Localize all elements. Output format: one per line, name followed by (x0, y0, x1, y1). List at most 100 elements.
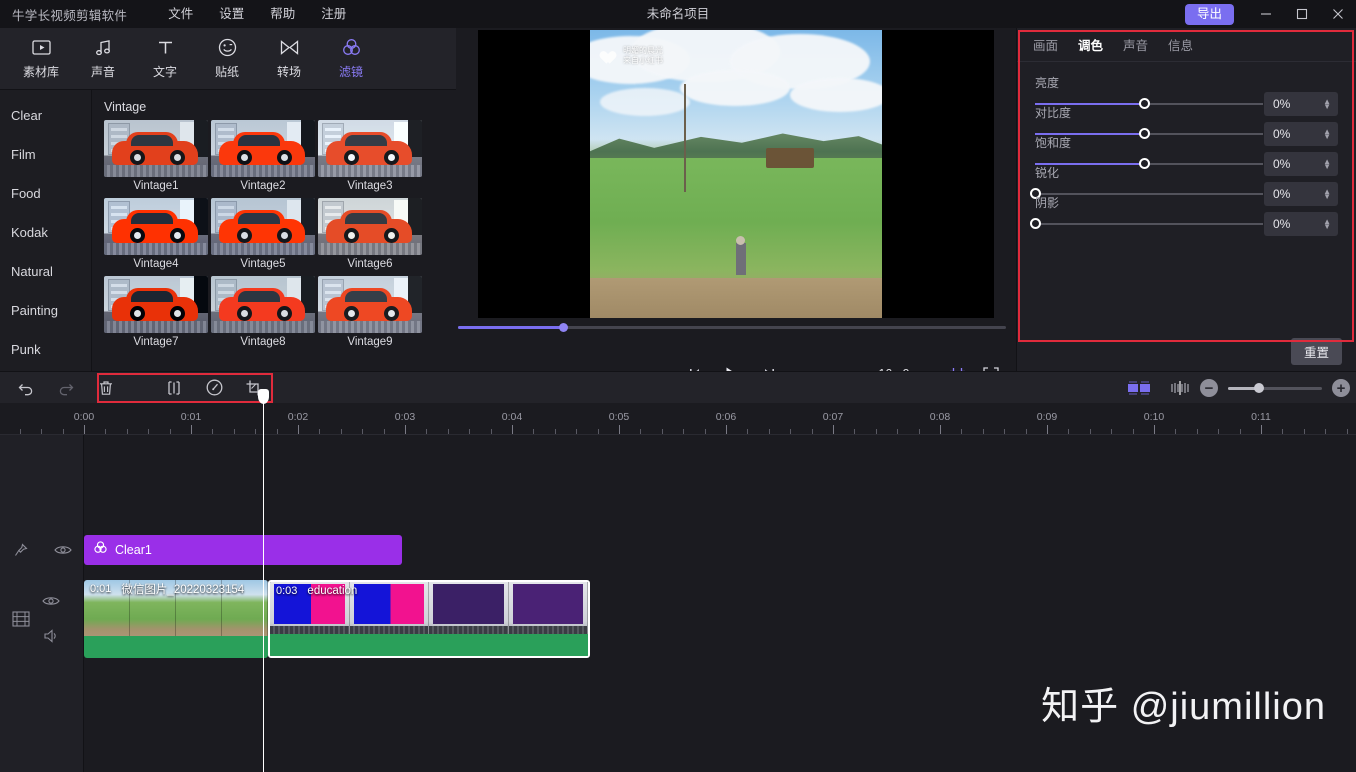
color-slider-row: 饱和度0%▲▼ (1035, 134, 1338, 151)
track-header-effect (0, 535, 84, 565)
tab-audio[interactable]: 声音 (1123, 35, 1148, 54)
ruler-tick-minor (533, 429, 534, 434)
reset-button[interactable]: 重置 (1291, 338, 1342, 365)
tab-picture[interactable]: 画面 (1033, 35, 1058, 54)
color-slider-row: 对比度0%▲▼ (1035, 104, 1338, 121)
filter-thumbnail[interactable] (318, 120, 422, 177)
category-item-film[interactable]: Film (0, 135, 91, 174)
category-item-painting[interactable]: Painting (0, 291, 91, 330)
preview-video: 明媚的晨光 来自小红书 (590, 30, 882, 318)
filter-thumbnail[interactable] (211, 198, 315, 255)
filter-thumbnail[interactable] (211, 120, 315, 177)
video-clip-1[interactable]: 0:01 微信图片_20220323154 (84, 580, 268, 658)
mix-track-icon[interactable] (1120, 372, 1160, 404)
filter-thumbnail[interactable] (211, 276, 315, 333)
playhead[interactable] (263, 403, 264, 772)
filter-item[interactable]: Vintage8 (211, 276, 315, 348)
speed-gauge-icon[interactable] (194, 372, 234, 404)
filter-rings-icon (93, 540, 108, 560)
category-item-clear[interactable]: Clear (0, 96, 91, 135)
zoom-slider[interactable] (1228, 387, 1322, 390)
pin-icon[interactable] (0, 542, 42, 558)
category-item-natural[interactable]: Natural (0, 252, 91, 291)
tool-tab-transition[interactable]: 转场 (258, 37, 320, 80)
maximize-icon[interactable] (1284, 0, 1320, 28)
filter-item[interactable]: Vintage9 (318, 276, 422, 348)
ruler-label: 0:10 (1144, 411, 1164, 423)
filter-item[interactable]: Vintage3 (318, 120, 422, 192)
align-clips-icon[interactable] (1160, 372, 1200, 404)
filter-name: Vintage5 (211, 258, 315, 270)
playhead-handle[interactable] (258, 389, 269, 404)
progress-knob[interactable] (559, 323, 568, 332)
filter-thumbnail[interactable] (104, 198, 208, 255)
color-slider-row: 锐化0%▲▼ (1035, 164, 1338, 181)
volume-icon[interactable] (42, 628, 60, 644)
ruler-tick-minor (1347, 429, 1348, 434)
slider-knob[interactable] (1030, 218, 1041, 229)
minimize-icon[interactable] (1248, 0, 1284, 28)
split-icon[interactable] (154, 372, 194, 404)
timeline-ruler[interactable]: 0:000:010:020:030:040:050:060:070:080:09… (0, 403, 1356, 435)
menu-item-settings[interactable]: 设置 (206, 0, 257, 28)
tool-tab-label: 声音 (91, 63, 115, 80)
filter-item[interactable]: Vintage4 (104, 198, 208, 270)
trash-icon[interactable] (86, 372, 126, 404)
ruler-tick-minor (255, 429, 256, 434)
zoom-slider-knob[interactable] (1254, 383, 1264, 393)
eye-icon[interactable] (42, 594, 60, 608)
timeline-zoom-controls: − + (1120, 372, 1350, 404)
ruler-tick-major (191, 425, 192, 434)
filter-item[interactable]: Vintage5 (211, 198, 315, 270)
close-icon[interactable] (1320, 0, 1356, 28)
ruler-tick-minor (341, 429, 342, 434)
ruler-tick-major (619, 425, 620, 434)
category-item-food[interactable]: Food (0, 174, 91, 213)
filter-name: Vintage3 (318, 180, 422, 192)
color-sliders: 亮度0%▲▼对比度0%▲▼饱和度0%▲▼锐化0%▲▼阴影0%▲▼ (1017, 62, 1356, 211)
filter-thumbnail[interactable] (104, 120, 208, 177)
progress-track[interactable] (458, 326, 1006, 329)
tool-tab-label: 文字 (153, 63, 177, 80)
filter-thumbnail[interactable] (104, 276, 208, 333)
zoom-in-icon[interactable]: + (1332, 379, 1350, 397)
ruler-tick-minor (1090, 429, 1091, 434)
tab-info[interactable]: 信息 (1168, 35, 1193, 54)
video-clip-2[interactable]: 0:03 education (268, 580, 590, 658)
ruler-tick-minor (127, 429, 128, 434)
menu-item-file[interactable]: 文件 (155, 0, 206, 28)
slider-value-box[interactable]: 0%▲▼ (1264, 212, 1338, 236)
zoom-out-icon[interactable]: − (1200, 379, 1218, 397)
stepper-icon[interactable]: ▲▼ (1323, 219, 1331, 229)
export-button[interactable]: 导出 (1185, 4, 1234, 25)
filter-thumbnail[interactable] (318, 198, 422, 255)
filter-item[interactable]: Vintage6 (318, 198, 422, 270)
ruler-tick-minor (897, 429, 898, 434)
timeline-tracks[interactable]: Clear1 0:01 微信图片_20220323154 (84, 435, 1356, 772)
filter-item[interactable]: Vintage2 (211, 120, 315, 192)
filter-item[interactable]: Vintage7 (104, 276, 208, 348)
tab-color[interactable]: 调色 (1078, 35, 1103, 54)
undo-icon[interactable] (6, 372, 46, 404)
filter-thumbnail[interactable] (318, 276, 422, 333)
menu-item-help[interactable]: 帮助 (257, 0, 308, 28)
clip-duration: 0:01 (90, 583, 111, 595)
eye-icon[interactable] (42, 543, 84, 557)
ruler-tick-minor (1218, 429, 1219, 434)
tool-tab-text[interactable]: 文字 (134, 37, 196, 80)
ruler-tick-minor (1197, 429, 1198, 434)
tool-tab-filter[interactable]: 滤镜 (320, 37, 382, 80)
tool-tab-media-library[interactable]: 素材库 (10, 37, 72, 80)
ruler-tick-minor (319, 429, 320, 434)
tool-tab-audio[interactable]: 声音 (72, 37, 134, 80)
redo-icon[interactable] (46, 372, 86, 404)
tool-tab-sticker[interactable]: 贴纸 (196, 37, 258, 80)
filter-item[interactable]: Vintage1 (104, 120, 208, 192)
preview-progress-bar[interactable] (456, 320, 1016, 334)
category-item-punk[interactable]: Punk (0, 330, 91, 369)
slider-track[interactable] (1035, 223, 1263, 225)
effect-clip[interactable]: Clear1 (84, 535, 402, 565)
ruler-tick-minor (1068, 429, 1069, 434)
category-item-kodak[interactable]: Kodak (0, 213, 91, 252)
menu-item-register[interactable]: 注册 (308, 0, 359, 28)
